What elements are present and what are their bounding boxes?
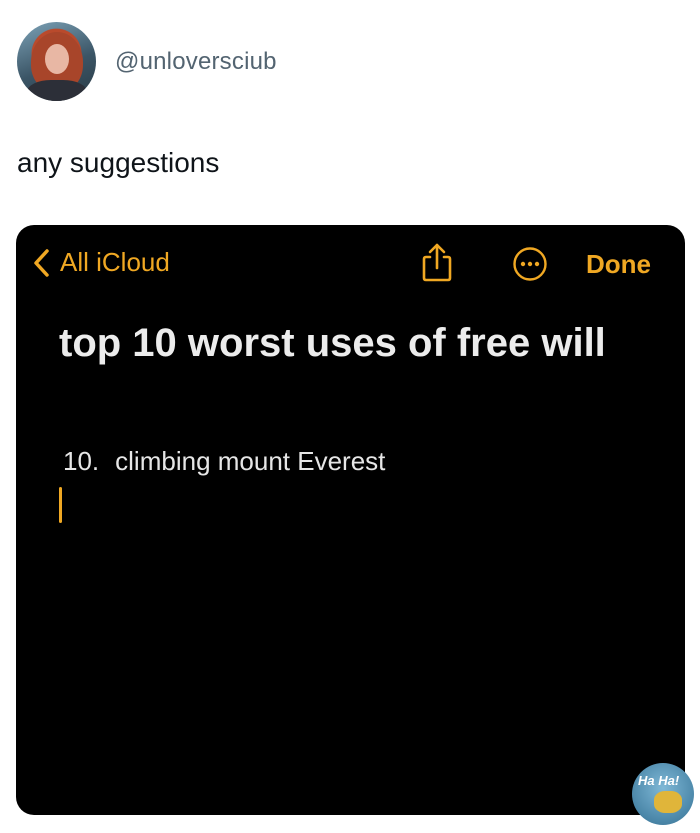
share-button[interactable] [420, 242, 454, 287]
note-title[interactable]: top 10 worst uses of free will [59, 317, 649, 369]
avatar[interactable] [17, 22, 96, 101]
avatar-face [45, 44, 69, 74]
user-handle[interactable]: @unloversciub [115, 48, 277, 76]
text-cursor [59, 487, 62, 523]
list-number: 10. [63, 446, 100, 476]
tweet-header: @unloversciub [17, 22, 277, 101]
watermark-logo: Ha Ha! [632, 763, 694, 825]
back-button[interactable]: All iCloud [32, 247, 170, 278]
list-text: climbing mount Everest [115, 446, 386, 476]
notes-toolbar: All iCloud Done [16, 225, 685, 305]
chevron-left-icon [34, 248, 49, 277]
share-icon [422, 243, 452, 282]
avatar-shirt [27, 80, 87, 101]
notes-screenshot: All iCloud Done top 10 worst uses of fre… [16, 225, 685, 815]
done-button[interactable]: Done [586, 249, 651, 280]
more-icon [513, 247, 547, 281]
more-button[interactable] [512, 246, 548, 287]
page: @unloversciub any suggestions All iCloud [0, 0, 700, 833]
tweet-text: any suggestions [17, 147, 220, 178]
back-label: All iCloud [60, 247, 170, 277]
watermark-figure-icon [654, 791, 682, 813]
watermark-text: Ha Ha! [638, 773, 680, 788]
list-item[interactable]: 10. climbing mount Everest [63, 446, 385, 477]
